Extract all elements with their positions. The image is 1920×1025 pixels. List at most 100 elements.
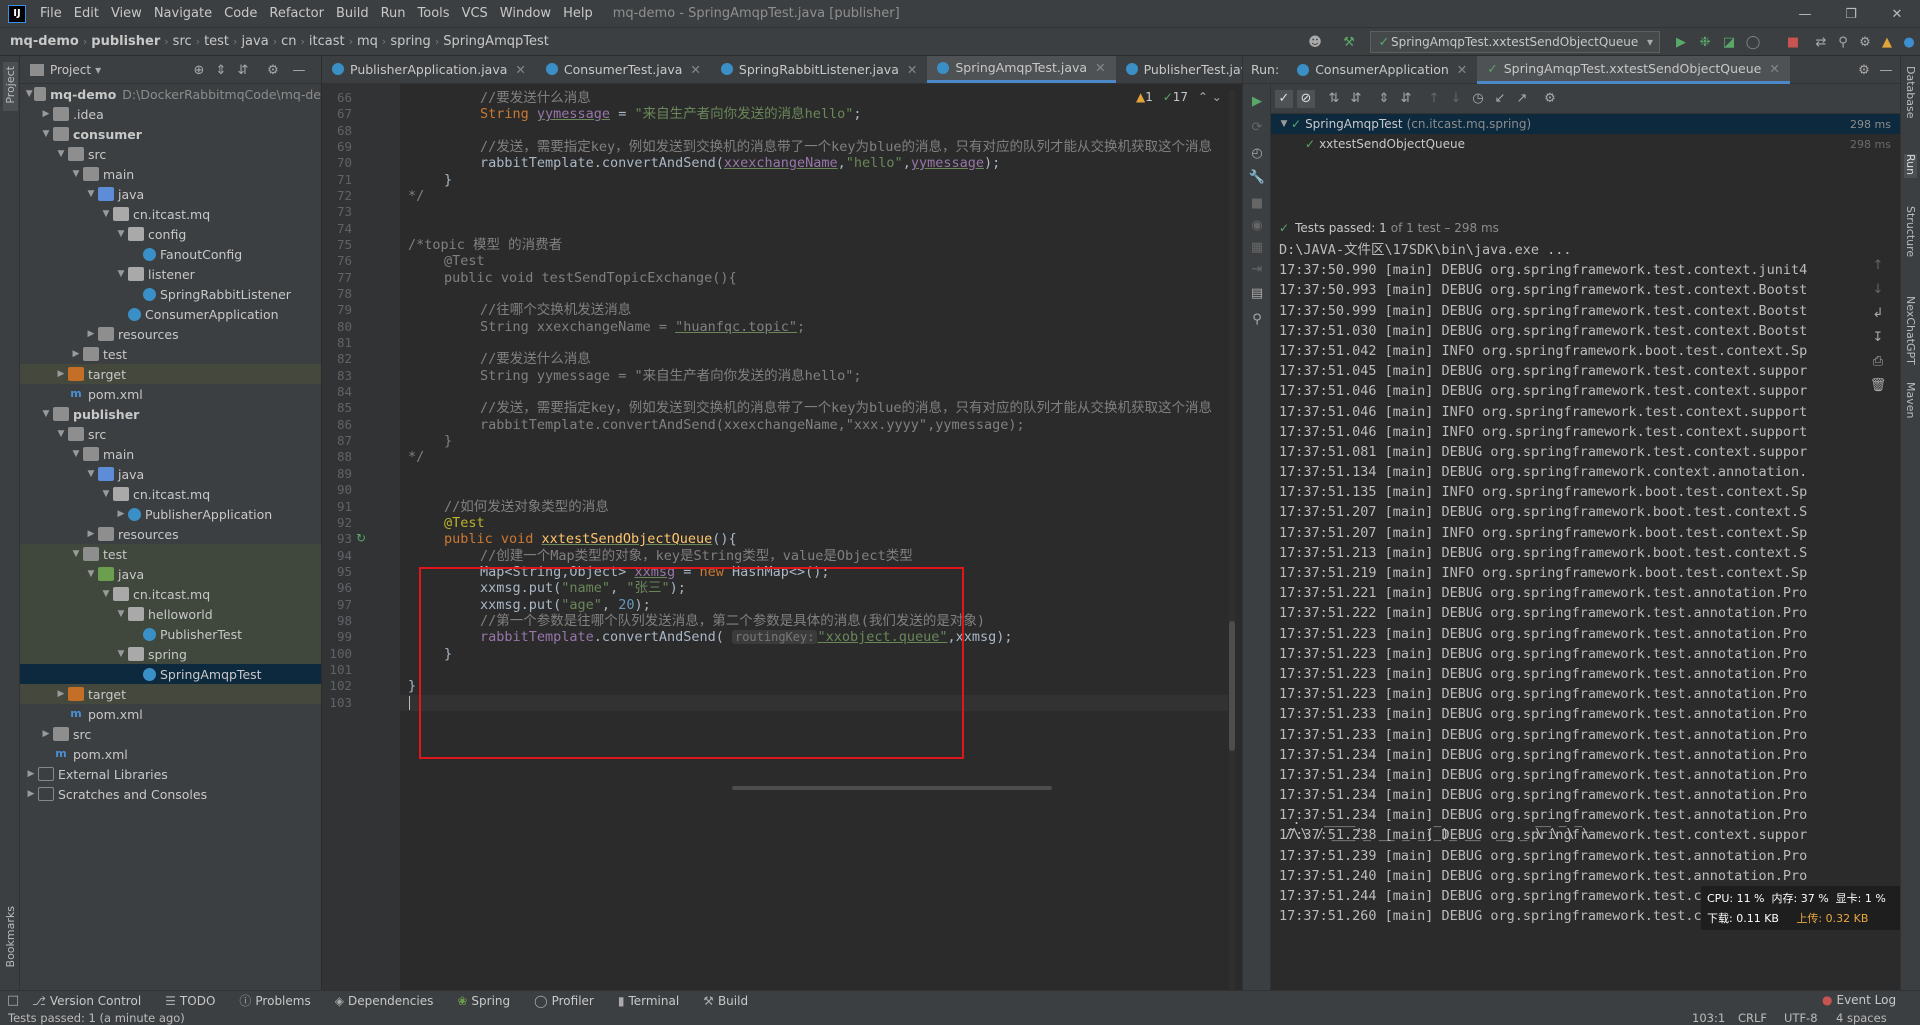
maven-tool-button[interactable]: Maven <box>1904 382 1917 421</box>
tree-item[interactable]: ▶ target <box>20 684 321 704</box>
nexchatgpt-tool-button[interactable]: NexChatGPT <box>1904 296 1917 368</box>
tree-item[interactable]: m pom.xml <box>20 704 321 724</box>
tree-item[interactable]: SpringAmqpTest <box>20 664 321 684</box>
sort-duration-icon[interactable]: ⇵ <box>1347 90 1365 108</box>
line-separator[interactable]: CRLF <box>1738 1011 1767 1025</box>
tree-item[interactable]: ▶ resources <box>20 524 321 544</box>
import-icon[interactable]: ↙ <box>1491 90 1509 108</box>
rerun-icon[interactable]: ▶ <box>1248 92 1266 110</box>
sort-alpha-icon[interactable]: ⇅ <box>1325 90 1343 108</box>
collapsed-arrow-icon[interactable]: ▶ <box>69 349 83 359</box>
close-icon[interactable]: ✕ <box>1874 0 1920 28</box>
collapsed-arrow-icon[interactable]: ▶ <box>114 509 128 519</box>
expanded-arrow-icon[interactable]: ▼ <box>39 409 53 419</box>
tree-item[interactable]: ▼ src <box>20 424 321 444</box>
run-tab-consumer[interactable]: ConsumerApplication ✕ <box>1287 56 1477 84</box>
collapsed-arrow-icon[interactable]: ▶ <box>54 369 68 379</box>
menu-run[interactable]: Run <box>375 6 412 21</box>
expanded-arrow-icon[interactable]: ▼ <box>24 89 34 99</box>
menu-navigate[interactable]: Navigate <box>148 6 218 21</box>
debug-icon[interactable]: ❉ <box>1696 33 1714 51</box>
locate-icon[interactable]: ⊕ <box>190 61 208 79</box>
tree-item[interactable]: ▼ cn.itcast.mq <box>20 584 321 604</box>
tab-publisher-test[interactable]: PublisherTest.java✕ <box>1116 56 1242 83</box>
show-ignored-icon[interactable]: ⊘ <box>1297 89 1315 108</box>
expanded-arrow-icon[interactable]: ▼ <box>114 269 128 279</box>
breadcrumb-test[interactable]: test <box>200 34 233 49</box>
export-icon[interactable]: ↗ <box>1513 90 1531 108</box>
expanded-arrow-icon[interactable]: ▼ <box>54 429 68 439</box>
run-test-gutter-icon[interactable]: ↻ <box>356 531 366 545</box>
expanded-arrow-icon[interactable]: ▼ <box>69 549 83 559</box>
update-icon[interactable]: ▲ <box>1878 33 1896 51</box>
gear-icon[interactable]: ⚙ <box>1855 61 1873 79</box>
collapse-all-icon[interactable]: ⇵ <box>234 61 252 79</box>
print-icon[interactable]: ⎙ <box>1869 352 1887 370</box>
history-icon[interactable]: ◷ <box>1469 90 1487 108</box>
tree-item[interactable]: ▼ src <box>20 144 321 164</box>
console-output[interactable]: D:\JAVA-文件区\17SDK\bin\java.exe ... 17:37:… <box>1271 240 1901 990</box>
menu-build[interactable]: Build <box>330 6 375 21</box>
project-tool-button[interactable]: Project <box>3 62 18 111</box>
menu-file[interactable]: File <box>34 6 68 21</box>
tree-item[interactable]: ▼ cn.itcast.mq <box>20 204 321 224</box>
collapsed-arrow-icon[interactable]: ▶ <box>39 729 53 739</box>
menu-tools[interactable]: Tools <box>412 6 456 21</box>
tree-item[interactable]: ▼ java <box>20 464 321 484</box>
file-encoding[interactable]: UTF-8 <box>1784 1011 1818 1025</box>
tool-event-log[interactable]: ● Event Log <box>1810 993 1908 1007</box>
project-panel-title[interactable]: Project <box>50 63 91 77</box>
expanded-arrow-icon[interactable]: ▼ <box>99 489 113 499</box>
collapsed-arrow-icon[interactable]: ▶ <box>54 689 68 699</box>
tree-item[interactable]: FanoutConfig <box>20 244 321 264</box>
hide-icon[interactable]: — <box>1877 61 1895 79</box>
database-tool-button[interactable]: Database <box>1904 66 1917 122</box>
structure-tool-button[interactable]: Structure <box>1904 206 1917 260</box>
tree-item[interactable]: SpringRabbitListener <box>20 284 321 304</box>
expanded-arrow-icon[interactable]: ▼ <box>84 189 98 199</box>
tab-spring-rabbit-listener[interactable]: SpringRabbitListener.java ✕ <box>711 56 927 83</box>
exit-icon[interactable]: ⇥ <box>1248 260 1266 278</box>
expanded-arrow-icon[interactable]: ▼ <box>114 649 128 659</box>
tool-profiler[interactable]: ◯ Profiler <box>522 994 606 1008</box>
collapsed-arrow-icon[interactable]: ▶ <box>24 789 38 799</box>
run-configuration-select[interactable]: ✓ SpringAmqpTest.xxtestSendObjectQueue ▾ <box>1370 31 1660 53</box>
camera-icon[interactable]: ◉ <box>1248 216 1266 234</box>
menu-edit[interactable]: Edit <box>68 6 105 21</box>
layout-icon[interactable]: ▤ <box>1248 284 1266 302</box>
translate-icon[interactable]: ⇄ <box>1812 33 1830 51</box>
pin-icon[interactable]: ⚲ <box>1248 310 1266 328</box>
next-icon[interactable]: ↓ <box>1447 90 1465 108</box>
tree-item[interactable]: ▶ target <box>20 364 321 384</box>
menu-window[interactable]: Window <box>494 6 557 21</box>
expanded-arrow-icon[interactable]: ▼ <box>39 129 53 139</box>
tool-dependencies[interactable]: ◈ Dependencies <box>323 994 446 1008</box>
toggle-autotest-icon[interactable]: ◴ <box>1248 144 1266 162</box>
tree-item[interactable]: PublisherTest <box>20 624 321 644</box>
menu-refactor[interactable]: Refactor <box>263 6 330 21</box>
expand-all-icon[interactable]: ⇕ <box>1375 90 1393 108</box>
tree-item[interactable]: m pom.xml <box>20 744 321 764</box>
minimize-icon[interactable]: — <box>1782 0 1828 28</box>
tree-item[interactable]: ▼ publisher <box>20 404 321 424</box>
menu-help[interactable]: Help <box>557 6 599 21</box>
tree-item[interactable]: ▼ config <box>20 224 321 244</box>
tree-item[interactable]: ▼ java <box>20 564 321 584</box>
breadcrumb-java[interactable]: java <box>237 34 272 49</box>
tree-item[interactable]: m pom.xml <box>20 384 321 404</box>
collapsed-arrow-icon[interactable]: ▶ <box>84 529 98 539</box>
scroll-up-icon[interactable]: ↑ <box>1869 256 1887 274</box>
scroll-down-icon[interactable]: ↓ <box>1869 280 1887 298</box>
user-icon[interactable]: ☻ <box>1306 33 1324 51</box>
status-message[interactable]: Tests passed: 1 (a minute ago) <box>8 1011 185 1025</box>
tree-item[interactable]: ▼ cn.itcast.mq <box>20 484 321 504</box>
tab-publisher-application[interactable]: PublisherApplication.java ✕ <box>322 56 536 83</box>
tree-item[interactable]: ▼ helloworld <box>20 604 321 624</box>
search-icon[interactable]: ⚲ <box>1834 33 1852 51</box>
breadcrumb-src[interactable]: src <box>169 34 196 49</box>
expanded-arrow-icon[interactable]: ▼ <box>99 589 113 599</box>
test-case-row[interactable]: ✓ xxtestSendObjectQueue 298 ms <box>1271 134 1901 154</box>
breadcrumb-itcast[interactable]: itcast <box>305 34 349 49</box>
assistant-icon[interactable]: ● <box>1900 33 1918 51</box>
collapsed-arrow-icon[interactable]: ▶ <box>24 769 38 779</box>
